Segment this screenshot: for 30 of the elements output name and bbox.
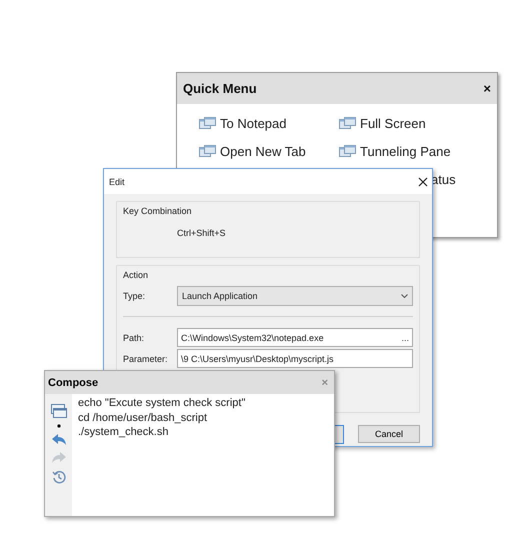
menu-item[interactable]: Open New Tab (199, 142, 339, 160)
windows-icon[interactable] (50, 404, 66, 418)
path-field[interactable]: C:\Windows\System32\notepad.exe ... (177, 328, 413, 347)
close-icon[interactable] (418, 176, 428, 186)
parameter-field[interactable]: \9 C:\Users\myusr\Desktop\myscript.js (177, 349, 413, 368)
window-icon (199, 145, 216, 157)
type-dropdown[interactable]: Launch Application (177, 286, 413, 306)
undo-icon[interactable] (52, 434, 66, 446)
menu-item[interactable]: To Notepad (199, 114, 339, 132)
field-label: Path: (123, 332, 146, 342)
history-icon[interactable] (52, 470, 66, 484)
group-label: Key Combination (123, 206, 192, 216)
close-icon[interactable]: × (483, 81, 491, 96)
key-combination: Ctrl+Shift+S (176, 227, 227, 238)
field-label: Type: (123, 291, 146, 301)
window-icon (339, 117, 356, 129)
browse-button[interactable]: ... (401, 332, 409, 342)
menu-item[interactable]: Tunneling Pane (339, 142, 489, 160)
script-editor[interactable]: echo "Excute system check script" cd /home/user/bash_script ./system_check.sh (72, 394, 252, 516)
chevron-icon (401, 294, 408, 298)
dropdown-icon[interactable] (56, 424, 60, 428)
window-icon (339, 145, 356, 157)
field-label: Parameter: (123, 354, 169, 364)
window-title: Compose (48, 376, 98, 388)
window-title: Edit (109, 176, 125, 186)
window-icon (199, 117, 216, 129)
window-title: Quick Menu (183, 81, 257, 96)
menu-item[interactable]: Full Screen (339, 114, 489, 132)
cancel-button[interactable]: Cancel (358, 425, 420, 443)
group-label: Action (123, 270, 150, 280)
